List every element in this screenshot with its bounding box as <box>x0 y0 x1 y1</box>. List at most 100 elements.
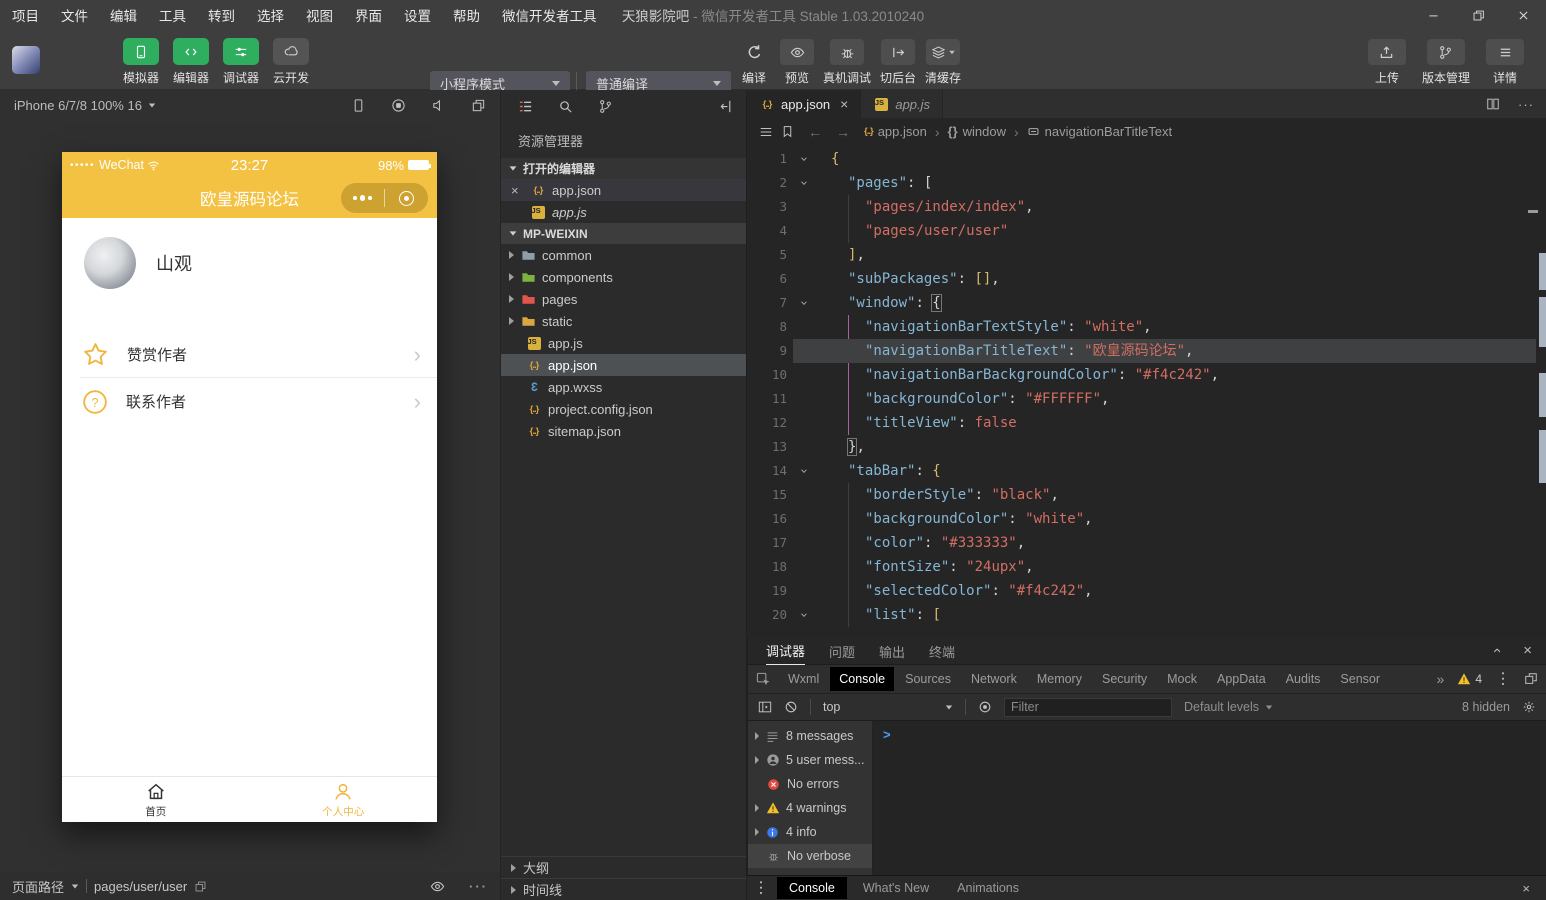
devtools-tab-Network[interactable]: Network <box>962 667 1026 691</box>
devtools-tab-Security[interactable]: Security <box>1093 667 1156 691</box>
right-action-button-1[interactable]: 版本管理 <box>1422 39 1470 86</box>
profile-menu-item-1[interactable]: ? 联系作者 › <box>62 378 437 425</box>
close-icon[interactable] <box>1501 0 1546 30</box>
menu-item-10[interactable]: 微信开发者工具 <box>502 5 597 25</box>
breadcrumb-file[interactable]: {..} app.json <box>864 124 927 139</box>
edge-scrollbar[interactable] <box>1539 430 1546 483</box>
console-filter-5[interactable]: No verbose <box>748 844 872 868</box>
code-line-15[interactable]: 15 "borderStyle": "black", <box>747 483 1536 507</box>
close-icon[interactable]: × <box>511 184 524 197</box>
more-tabs-icon[interactable]: » <box>1437 671 1445 687</box>
drawer-tab-1[interactable]: What's New <box>851 877 941 899</box>
fold-chevron-icon[interactable]: › <box>791 179 815 187</box>
breadcrumb-property[interactable]: navigationBarTitleText <box>1027 124 1172 139</box>
drawer-menu-icon[interactable]: ··· <box>754 880 769 896</box>
project-header[interactable]: MP-WEIXIN <box>501 223 746 244</box>
editor-tab-1[interactable]: JS app.js <box>861 90 944 118</box>
action-button-3[interactable]: 切后台 <box>880 39 916 86</box>
code-line-16[interactable]: 16 "backgroundColor": "white", <box>747 507 1536 531</box>
code-line-3[interactable]: 3 "pages/index/index", <box>747 195 1536 219</box>
back-icon[interactable]: ← <box>808 124 822 140</box>
code-line-9[interactable]: 9 "navigationBarTitleText": "欧皇源码论坛", <box>747 339 1536 363</box>
code-line-17[interactable]: 17 "color": "#333333", <box>747 531 1536 555</box>
action-button-2[interactable]: 真机调试 <box>823 39 871 86</box>
sidebar-toggle-icon[interactable] <box>758 700 772 714</box>
context-dropdown[interactable]: top <box>823 700 953 714</box>
tree-item-7[interactable]: {..} project.config.json <box>501 398 746 420</box>
code-line-2[interactable]: 2 › "pages": [ <box>747 171 1536 195</box>
profile-menu-item-0[interactable]: 赞赏作者 › <box>62 331 437 378</box>
tree-item-4[interactable]: JS app.js <box>501 332 746 354</box>
device-selector[interactable]: iPhone 6/7/8 100% 16 <box>14 98 142 113</box>
fold-chevron-icon[interactable]: › <box>791 299 815 307</box>
drawer-tab-2[interactable]: Animations <box>945 877 1031 899</box>
code-line-20[interactable]: 20 › "list": [ <box>747 603 1536 627</box>
multi-window-icon[interactable] <box>471 98 486 113</box>
minimize-icon[interactable] <box>1411 0 1456 30</box>
warning-badge[interactable]: 4 <box>1457 672 1482 686</box>
code-line-12[interactable]: 12 "titleView": false <box>747 411 1536 435</box>
debugger-tab-3[interactable]: 终端 <box>929 637 955 665</box>
simulator-toolbar-icons[interactable] <box>351 98 486 113</box>
code-line-11[interactable]: 11 "backgroundColor": "#FFFFFF", <box>747 387 1536 411</box>
console-filter-2[interactable]: No errors <box>748 772 872 796</box>
menu-item-5[interactable]: 选择 <box>257 5 284 25</box>
menu-item-0[interactable]: 项目 <box>12 5 39 25</box>
menu-item-3[interactable]: 工具 <box>159 5 186 25</box>
clear-console-icon[interactable] <box>784 700 798 714</box>
code-line-10[interactable]: 10 "navigationBarBackgroundColor": "#f4c2… <box>747 363 1536 387</box>
code-line-13[interactable]: 13}, <box>747 435 1536 459</box>
edge-scrollbar[interactable] <box>1539 253 1546 290</box>
tabbar-item-1[interactable]: 个人中心 <box>250 777 438 822</box>
menu-item-6[interactable]: 视图 <box>306 5 333 25</box>
code-line-1[interactable]: 1 › { <box>747 147 1536 171</box>
list-icon[interactable] <box>759 125 773 139</box>
action-button-1[interactable]: 预览 <box>780 39 814 86</box>
close-icon[interactable]: × <box>1522 881 1530 896</box>
debugger-tab-2[interactable]: 输出 <box>879 637 905 665</box>
levels-dropdown[interactable]: Default levels <box>1184 700 1273 714</box>
debugger-tab-0[interactable]: 调试器 <box>766 636 806 666</box>
page-path-label[interactable]: 页面路径 <box>12 877 64 896</box>
device-icon[interactable] <box>351 98 366 113</box>
menu-item-1[interactable]: 文件 <box>61 5 88 25</box>
devtools-tab-Console[interactable]: Console <box>830 667 895 691</box>
edge-scrollbar[interactable] <box>1539 373 1546 417</box>
branch-icon[interactable] <box>598 99 613 114</box>
close-icon[interactable]: × <box>840 96 848 112</box>
right-action-button-0[interactable]: 上传 <box>1367 39 1406 86</box>
code-line-19[interactable]: 19 "selectedColor": "#f4c242", <box>747 579 1536 603</box>
editor-tab-0[interactable]: {..} app.json × <box>747 90 862 118</box>
menu-item-7[interactable]: 界面 <box>355 5 382 25</box>
edge-scrollbar[interactable] <box>1539 297 1546 347</box>
debugger-tab-1[interactable]: 问题 <box>829 637 855 665</box>
eye-icon[interactable] <box>430 879 445 894</box>
devtools-tab-AppData[interactable]: AppData <box>1208 667 1275 691</box>
code-line-4[interactable]: 4 "pages/user/user" <box>747 219 1536 243</box>
close-miniprogram-icon[interactable] <box>385 190 428 206</box>
collapse-up-icon[interactable]: › <box>1488 648 1505 653</box>
devtools-tab-Sensor[interactable]: Sensor <box>1331 667 1389 691</box>
tree-item-5[interactable]: {..} app.json <box>501 354 746 376</box>
console-filter-input[interactable] <box>1004 697 1172 717</box>
inspect-element-icon[interactable] <box>756 672 771 687</box>
files-list-icon[interactable] <box>518 99 533 114</box>
action-button-4[interactable]: 清缓存 <box>925 39 961 86</box>
code-line-5[interactable]: 5], <box>747 243 1536 267</box>
code-line-7[interactable]: 7 › "window": { <box>747 291 1536 315</box>
devtools-tab-Audits[interactable]: Audits <box>1277 667 1330 691</box>
gear-icon[interactable] <box>1522 700 1536 714</box>
sim-toggle-button-1[interactable]: 编辑器 <box>166 38 216 86</box>
action-button-0[interactable]: 编译 <box>737 39 771 86</box>
code-line-6[interactable]: 6 "subPackages": [], <box>747 267 1536 291</box>
console-filter-4[interactable]: 4 info <box>748 820 872 844</box>
console-filter-3[interactable]: 4 warnings <box>748 796 872 820</box>
copy-icon[interactable] <box>194 880 207 893</box>
tree-item-8[interactable]: {..} sitemap.json <box>501 420 746 442</box>
sim-toggle-button-2[interactable]: 调试器 <box>216 38 266 86</box>
code-line-14[interactable]: 14 › "tabBar": { <box>747 459 1536 483</box>
code-line-8[interactable]: 8 "navigationBarTextStyle": "white", <box>747 315 1536 339</box>
undock-icon[interactable] <box>1524 672 1538 686</box>
close-icon[interactable]: × <box>1523 642 1532 659</box>
forward-icon[interactable]: → <box>836 124 850 140</box>
